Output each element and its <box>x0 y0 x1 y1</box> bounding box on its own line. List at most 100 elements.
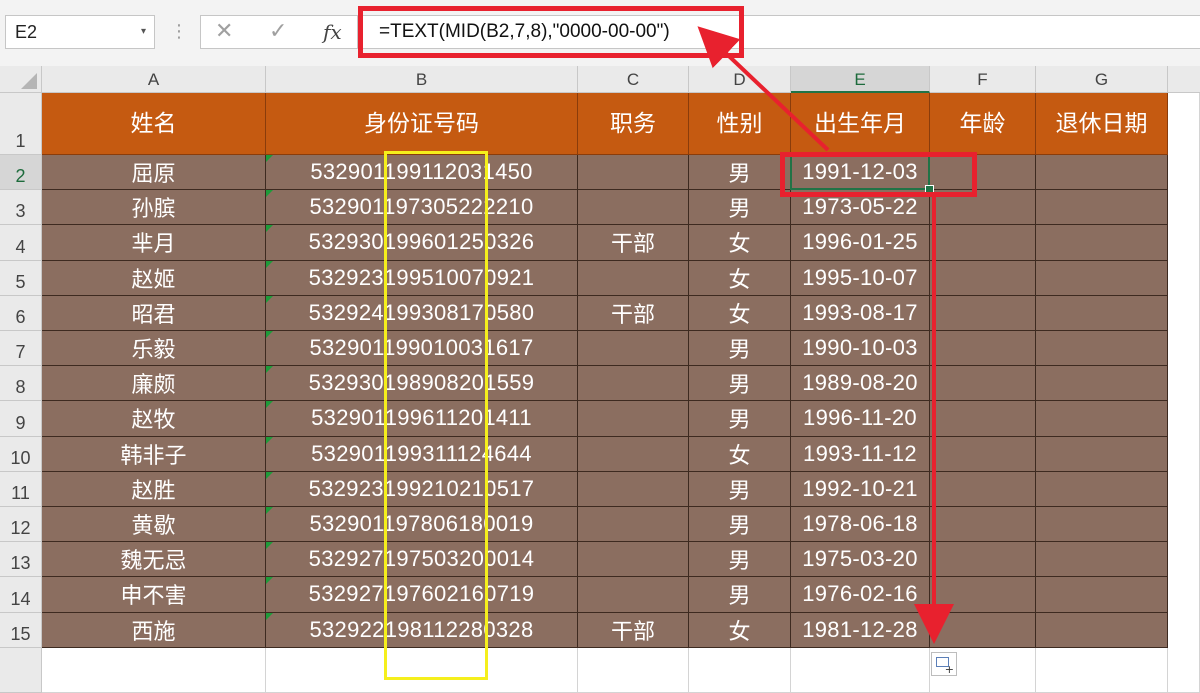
cell-birth[interactable]: 1996-11-20 <box>791 401 930 437</box>
cell-title[interactable] <box>578 155 689 191</box>
cell-retire[interactable] <box>1036 260 1168 296</box>
cell-title[interactable] <box>578 471 689 507</box>
more-options-icon[interactable]: ⋮ <box>170 20 188 44</box>
row-header-3[interactable]: 3 <box>0 190 41 226</box>
empty-cell[interactable] <box>42 647 266 693</box>
row-header-1[interactable]: 1 <box>0 93 41 155</box>
row-header-10[interactable]: 10 <box>0 437 41 472</box>
header-cell-title[interactable]: 职务 <box>578 93 689 155</box>
header-cell-gender[interactable]: 性别 <box>689 93 791 155</box>
cell-age[interactable] <box>930 225 1036 261</box>
row-header-6[interactable]: 6 <box>0 296 41 331</box>
cell-gender[interactable]: 女 <box>689 260 791 296</box>
cell-age[interactable] <box>930 577 1036 613</box>
cell-age[interactable] <box>930 471 1036 507</box>
cell-title[interactable]: 干部 <box>578 295 689 331</box>
cell-age[interactable] <box>930 612 1036 648</box>
cell-birth[interactable]: 1981-12-28 <box>791 612 930 648</box>
cell-title[interactable] <box>578 577 689 613</box>
error-indicator-icon[interactable] <box>266 507 273 514</box>
cell-name[interactable]: 西施 <box>42 612 266 648</box>
cell-birth[interactable]: 1990-10-03 <box>791 331 930 367</box>
cell-title[interactable] <box>578 331 689 367</box>
column-header-b[interactable]: B <box>266 66 578 93</box>
row-header-14[interactable]: 14 <box>0 577 41 613</box>
cell-birth[interactable]: 1996-01-25 <box>791 225 930 261</box>
error-indicator-icon[interactable] <box>266 331 273 338</box>
column-header-a[interactable]: A <box>42 66 266 93</box>
cell-birth[interactable]: 1989-08-20 <box>791 366 930 402</box>
cell-name[interactable]: 申不害 <box>42 577 266 613</box>
cell-gender[interactable]: 女 <box>689 436 791 472</box>
cell-name[interactable]: 魏无忌 <box>42 542 266 578</box>
cell-retire[interactable] <box>1036 436 1168 472</box>
cell-age[interactable] <box>930 260 1036 296</box>
header-cell-name[interactable]: 姓名 <box>42 93 266 155</box>
cell-birth[interactable]: 1975-03-20 <box>791 542 930 578</box>
cell-name[interactable]: 乐毅 <box>42 331 266 367</box>
name-box[interactable]: E2 ▾ <box>5 15 155 49</box>
cell-retire[interactable] <box>1036 331 1168 367</box>
empty-cell[interactable] <box>1168 93 1200 693</box>
cell-retire[interactable] <box>1036 190 1168 226</box>
empty-cell[interactable] <box>689 647 791 693</box>
cell-gender[interactable]: 男 <box>689 401 791 437</box>
cell-title[interactable] <box>578 542 689 578</box>
cell-birth[interactable]: 1993-11-12 <box>791 436 930 472</box>
cell-retire[interactable] <box>1036 612 1168 648</box>
cell-age[interactable] <box>930 331 1036 367</box>
empty-cell[interactable] <box>578 647 689 693</box>
cell-age[interactable] <box>930 295 1036 331</box>
check-icon[interactable]: ✓ <box>269 16 287 48</box>
error-indicator-icon[interactable] <box>266 260 273 268</box>
cell-name[interactable]: 韩非子 <box>42 436 266 472</box>
cell-gender[interactable]: 男 <box>689 366 791 402</box>
cell-birth[interactable]: 1995-10-07 <box>791 260 930 296</box>
cell-birth[interactable]: 1976-02-16 <box>791 577 930 613</box>
error-indicator-icon[interactable] <box>266 577 273 585</box>
empty-cell[interactable] <box>1036 647 1168 693</box>
row-header-5[interactable]: 5 <box>0 261 41 296</box>
row-header-13[interactable]: 13 <box>0 542 41 578</box>
cell-retire[interactable] <box>1036 295 1168 331</box>
cell-age[interactable] <box>930 436 1036 472</box>
error-indicator-icon[interactable] <box>266 436 273 444</box>
cell-age[interactable] <box>930 507 1036 543</box>
cell-name[interactable]: 芈月 <box>42 225 266 261</box>
cell-birth[interactable]: 1993-08-17 <box>791 295 930 331</box>
cell-title[interactable] <box>578 366 689 402</box>
cell-name[interactable]: 赵姬 <box>42 260 266 296</box>
error-indicator-icon[interactable] <box>266 190 273 198</box>
cell-retire[interactable] <box>1036 577 1168 613</box>
cell-birth[interactable]: 1992-10-21 <box>791 471 930 507</box>
cell-title[interactable]: 干部 <box>578 612 689 648</box>
error-indicator-icon[interactable] <box>266 366 273 374</box>
column-header-f[interactable]: F <box>930 66 1036 93</box>
error-indicator-icon[interactable] <box>266 155 273 162</box>
cell-retire[interactable] <box>1036 471 1168 507</box>
quick-analysis-icon[interactable]: + <box>931 652 957 676</box>
error-indicator-icon[interactable] <box>266 401 273 409</box>
cell-gender[interactable]: 男 <box>689 471 791 507</box>
cell-gender[interactable]: 男 <box>689 577 791 613</box>
cell-retire[interactable] <box>1036 225 1168 261</box>
cell-title[interactable] <box>578 507 689 543</box>
chevron-down-icon[interactable]: ▾ <box>141 16 146 48</box>
close-icon[interactable]: ✕ <box>215 16 233 48</box>
row-header-7[interactable]: 7 <box>0 331 41 367</box>
column-header-d[interactable]: D <box>689 66 791 93</box>
cell-title[interactable] <box>578 260 689 296</box>
row-header-2[interactable]: 2 <box>0 155 41 191</box>
function-icon[interactable]: fx <box>323 16 342 48</box>
column-header-e[interactable]: E <box>791 66 930 93</box>
cell-title[interactable]: 干部 <box>578 225 689 261</box>
error-indicator-icon[interactable] <box>266 295 273 303</box>
cell-gender[interactable]: 男 <box>689 155 791 191</box>
cell-retire[interactable] <box>1036 155 1168 191</box>
cell-age[interactable] <box>930 366 1036 402</box>
cell-gender[interactable]: 女 <box>689 295 791 331</box>
cell-title[interactable] <box>578 190 689 226</box>
cell-name[interactable]: 昭君 <box>42 295 266 331</box>
row-header-4[interactable]: 4 <box>0 225 41 261</box>
error-indicator-icon[interactable] <box>266 542 273 550</box>
